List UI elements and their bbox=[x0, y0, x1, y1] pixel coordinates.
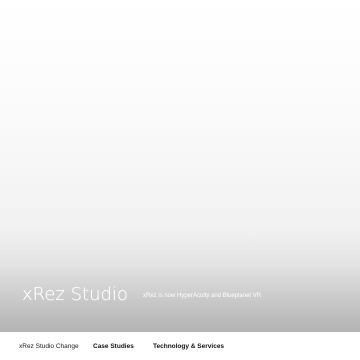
nav-link-technology-services[interactable]: Technology & Services bbox=[153, 343, 224, 351]
site-title[interactable]: xRez Studio bbox=[22, 283, 128, 307]
hero-banner: xRez Studio xRez is now HyperAcuity and … bbox=[0, 0, 360, 332]
site-tagline: xRez is now HyperAcuity and Blueplanet V… bbox=[143, 293, 262, 299]
page: xRez Studio xRez is now HyperAcuity and … bbox=[0, 0, 360, 360]
main-nav: xRez Studio Change Case Studies Technolo… bbox=[0, 332, 360, 360]
nav-link-case-studies[interactable]: Case Studies bbox=[93, 343, 134, 351]
nav-link-xrez-studio-change[interactable]: xRez Studio Change bbox=[19, 343, 79, 351]
